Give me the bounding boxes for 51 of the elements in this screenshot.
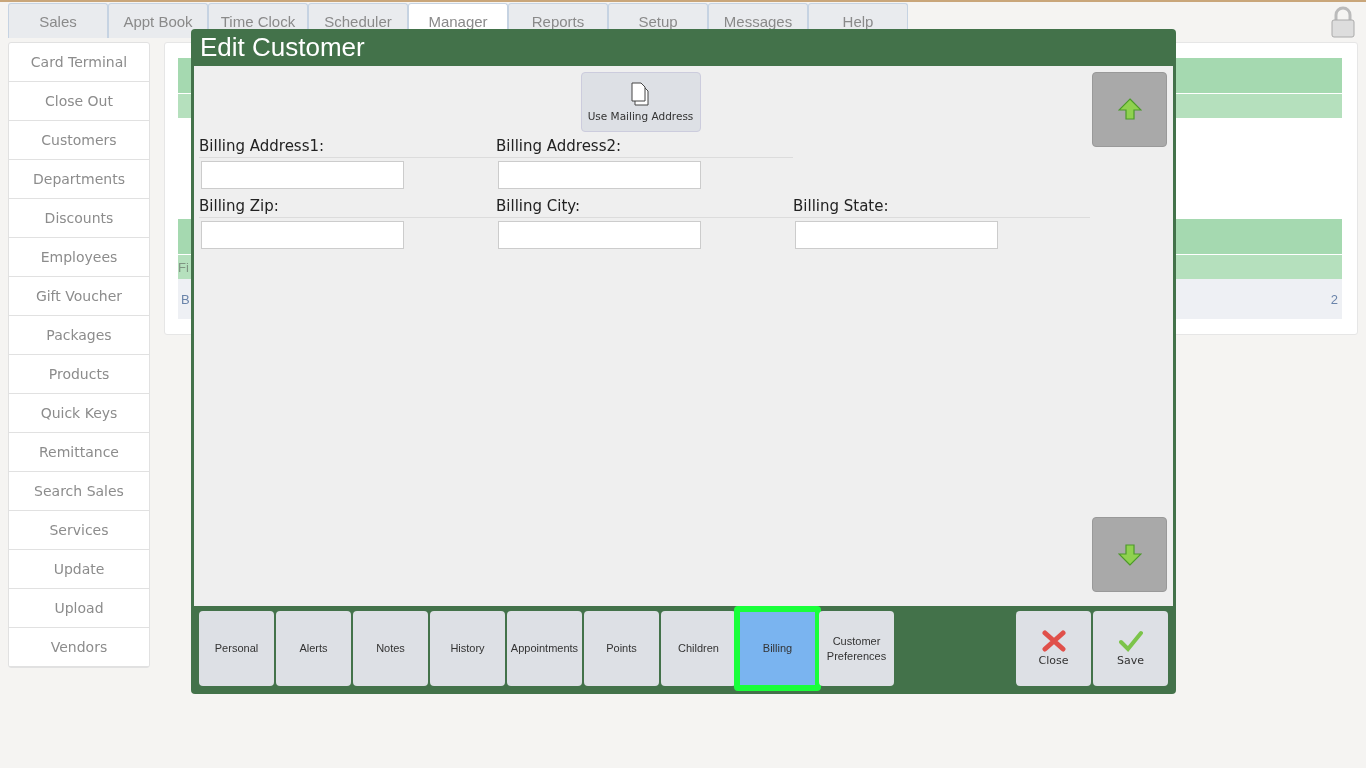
dialog-tab[interactable]: Customer Preferences — [819, 611, 894, 686]
dialog-tab[interactable]: Points — [584, 611, 659, 686]
sidebar-item[interactable]: Departments — [9, 160, 149, 199]
sidebar-item[interactable]: Gift Voucher — [9, 277, 149, 316]
field-label: Billing City: — [496, 191, 793, 218]
scroll-down-button[interactable] — [1092, 517, 1167, 592]
sidebar-item[interactable]: Vendors — [9, 628, 149, 667]
dialog-tab[interactable]: Notes — [353, 611, 428, 686]
document-icon — [630, 81, 651, 106]
dialog-tab[interactable]: Billing — [734, 606, 821, 691]
sidebar-item[interactable]: Upload — [9, 589, 149, 628]
sidebar-item[interactable]: Services — [9, 511, 149, 550]
dialog-tab[interactable]: Alerts — [276, 611, 351, 686]
input-field[interactable] — [201, 160, 404, 189]
field-label: Billing State: — [793, 191, 1090, 218]
sidebar-item[interactable]: Remittance — [9, 433, 149, 472]
sidebar-item[interactable]: Packages — [9, 316, 149, 355]
input-field[interactable] — [498, 220, 701, 249]
nav-tab[interactable]: Sales — [8, 3, 108, 38]
save-button[interactable]: Save — [1093, 611, 1168, 686]
down-arrow-icon — [1117, 542, 1142, 567]
field-label: Billing Address2: — [496, 131, 793, 158]
dialog-tab[interactable]: Personal — [199, 611, 274, 686]
sidebar-item[interactable]: Products — [9, 355, 149, 394]
padlock-icon[interactable] — [1330, 6, 1356, 38]
sidebar-item[interactable]: Close Out — [9, 82, 149, 121]
dialog-tab[interactable]: Children — [661, 611, 736, 686]
dialog-tab[interactable]: History — [430, 611, 505, 686]
input-field[interactable] — [795, 220, 998, 249]
field-label: Billing Address1: — [199, 131, 496, 158]
column-header: Fi — [178, 259, 189, 275]
input-field[interactable] — [201, 220, 404, 249]
cross-icon — [1041, 630, 1066, 652]
use-mailing-address-button[interactable]: Use Mailing Address — [580, 71, 701, 132]
field-label: Billing Zip: — [199, 191, 496, 218]
input-field[interactable] — [498, 160, 701, 189]
sidebar-item[interactable]: Quick Keys — [9, 394, 149, 433]
up-arrow-icon — [1117, 97, 1142, 122]
sidebar-item[interactable]: Update — [9, 550, 149, 589]
scroll-up-button[interactable] — [1092, 71, 1167, 147]
table-cell: 2 — [1330, 291, 1338, 307]
checkmark-icon — [1118, 630, 1143, 652]
nav-tab[interactable]: Appt Book — [108, 3, 208, 38]
sidebar-item[interactable]: Employees — [9, 238, 149, 277]
sidebar-item[interactable]: Discounts — [9, 199, 149, 238]
sidebar-item[interactable]: Customers — [9, 121, 149, 160]
close-button[interactable]: Close — [1016, 611, 1091, 686]
sidebar-item[interactable]: Card Terminal — [9, 43, 149, 82]
sidebar-item[interactable]: Search Sales — [9, 472, 149, 511]
dialog-tab[interactable]: Appointments — [507, 611, 582, 686]
table-cell: B — [181, 291, 190, 307]
